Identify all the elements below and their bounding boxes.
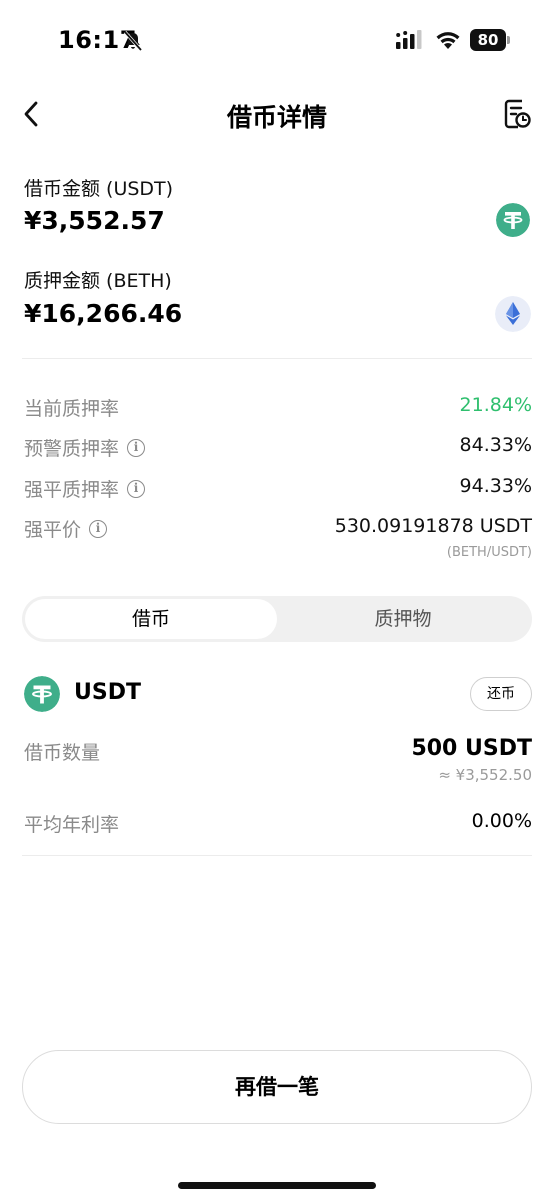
liquidation-ltv-label-text: 强平质押率 [24, 479, 120, 501]
tether-icon [24, 676, 60, 712]
current-ltv-value: 21.84% [459, 394, 532, 416]
liquidation-price-pair: (BETH/USDT) [446, 545, 532, 560]
page-title: 借币详情 [226, 103, 327, 132]
tether-icon [496, 203, 530, 237]
avg-apr-value: 0.00% [471, 810, 532, 832]
liquidation-price-value: 530.09191878 USDT [334, 515, 532, 537]
info-icon[interactable]: i [127, 479, 146, 498]
borrow-amount-label: 借币金额 (USDT) [24, 178, 174, 200]
section-divider [22, 855, 532, 856]
avg-apr-label: 平均年利率 [24, 814, 120, 836]
borrow-quantity-approx: ≈ ¥3,552.50 [438, 766, 532, 784]
collateral-amount-value: ¥16,266.46 [24, 299, 183, 328]
history-record-icon[interactable] [502, 96, 532, 130]
borrow-quantity-label: 借币数量 [24, 742, 101, 764]
home-indicator [178, 1182, 376, 1189]
ethereum-icon [495, 296, 531, 332]
borrow-again-button[interactable]: 再借一笔 [22, 1050, 532, 1124]
bell-muted-icon [123, 30, 143, 52]
wifi-icon [436, 32, 460, 49]
warning-ltv-label-text: 预警质押率 [24, 438, 120, 460]
borrow-quantity-value: 500 USDT [411, 736, 532, 761]
collateral-amount-label: 质押金额 (BETH) [24, 270, 172, 292]
battery-level: 80 [470, 29, 506, 51]
loan-detail-page: 16:17 80 借币详情 借币金额 (USDT) ¥3,552.57 质押金额… [0, 0, 554, 1200]
tab-borrow[interactable]: 借币 [25, 599, 277, 639]
liquidation-price-label: 强平价 i [24, 515, 108, 542]
current-ltv-row: 当前质押率 21.84% [24, 394, 532, 426]
borrow-amount-value: ¥3,552.57 [24, 206, 165, 235]
liquidation-price-label-text: 强平价 [24, 519, 82, 541]
current-ltv-label-text: 当前质押率 [24, 398, 120, 420]
repay-button[interactable]: 还币 [470, 677, 532, 711]
liquidation-ltv-label: 强平质押率 i [24, 475, 146, 502]
warning-ltv-label: 预警质押率 i [24, 434, 146, 461]
current-ltv-label: 当前质押率 [24, 394, 119, 421]
info-icon[interactable]: i [127, 438, 146, 457]
liquidation-ltv-value: 94.33% [459, 475, 532, 497]
warning-ltv-value: 84.33% [459, 434, 532, 456]
header: 借币详情 [0, 88, 554, 140]
tab-collateral[interactable]: 质押物 [277, 599, 529, 639]
liquidation-ltv-row: 强平质押率 i 94.33% [24, 475, 532, 507]
battery-icon: 80 [470, 29, 510, 51]
battery-cap [507, 36, 510, 44]
info-icon[interactable]: i [89, 519, 108, 538]
status-bar: 16:17 80 [0, 0, 554, 80]
warning-ltv-row: 预警质押率 i 84.33% [24, 434, 532, 466]
loan-coin-name: USDT [74, 680, 141, 705]
detail-tabs: 借币 质押物 [22, 596, 532, 642]
cellular-signal-icon [396, 30, 422, 49]
section-divider [22, 358, 532, 359]
liquidation-price-row: 强平价 i 530.09191878 USDT (BETH/USDT) [24, 515, 532, 565]
